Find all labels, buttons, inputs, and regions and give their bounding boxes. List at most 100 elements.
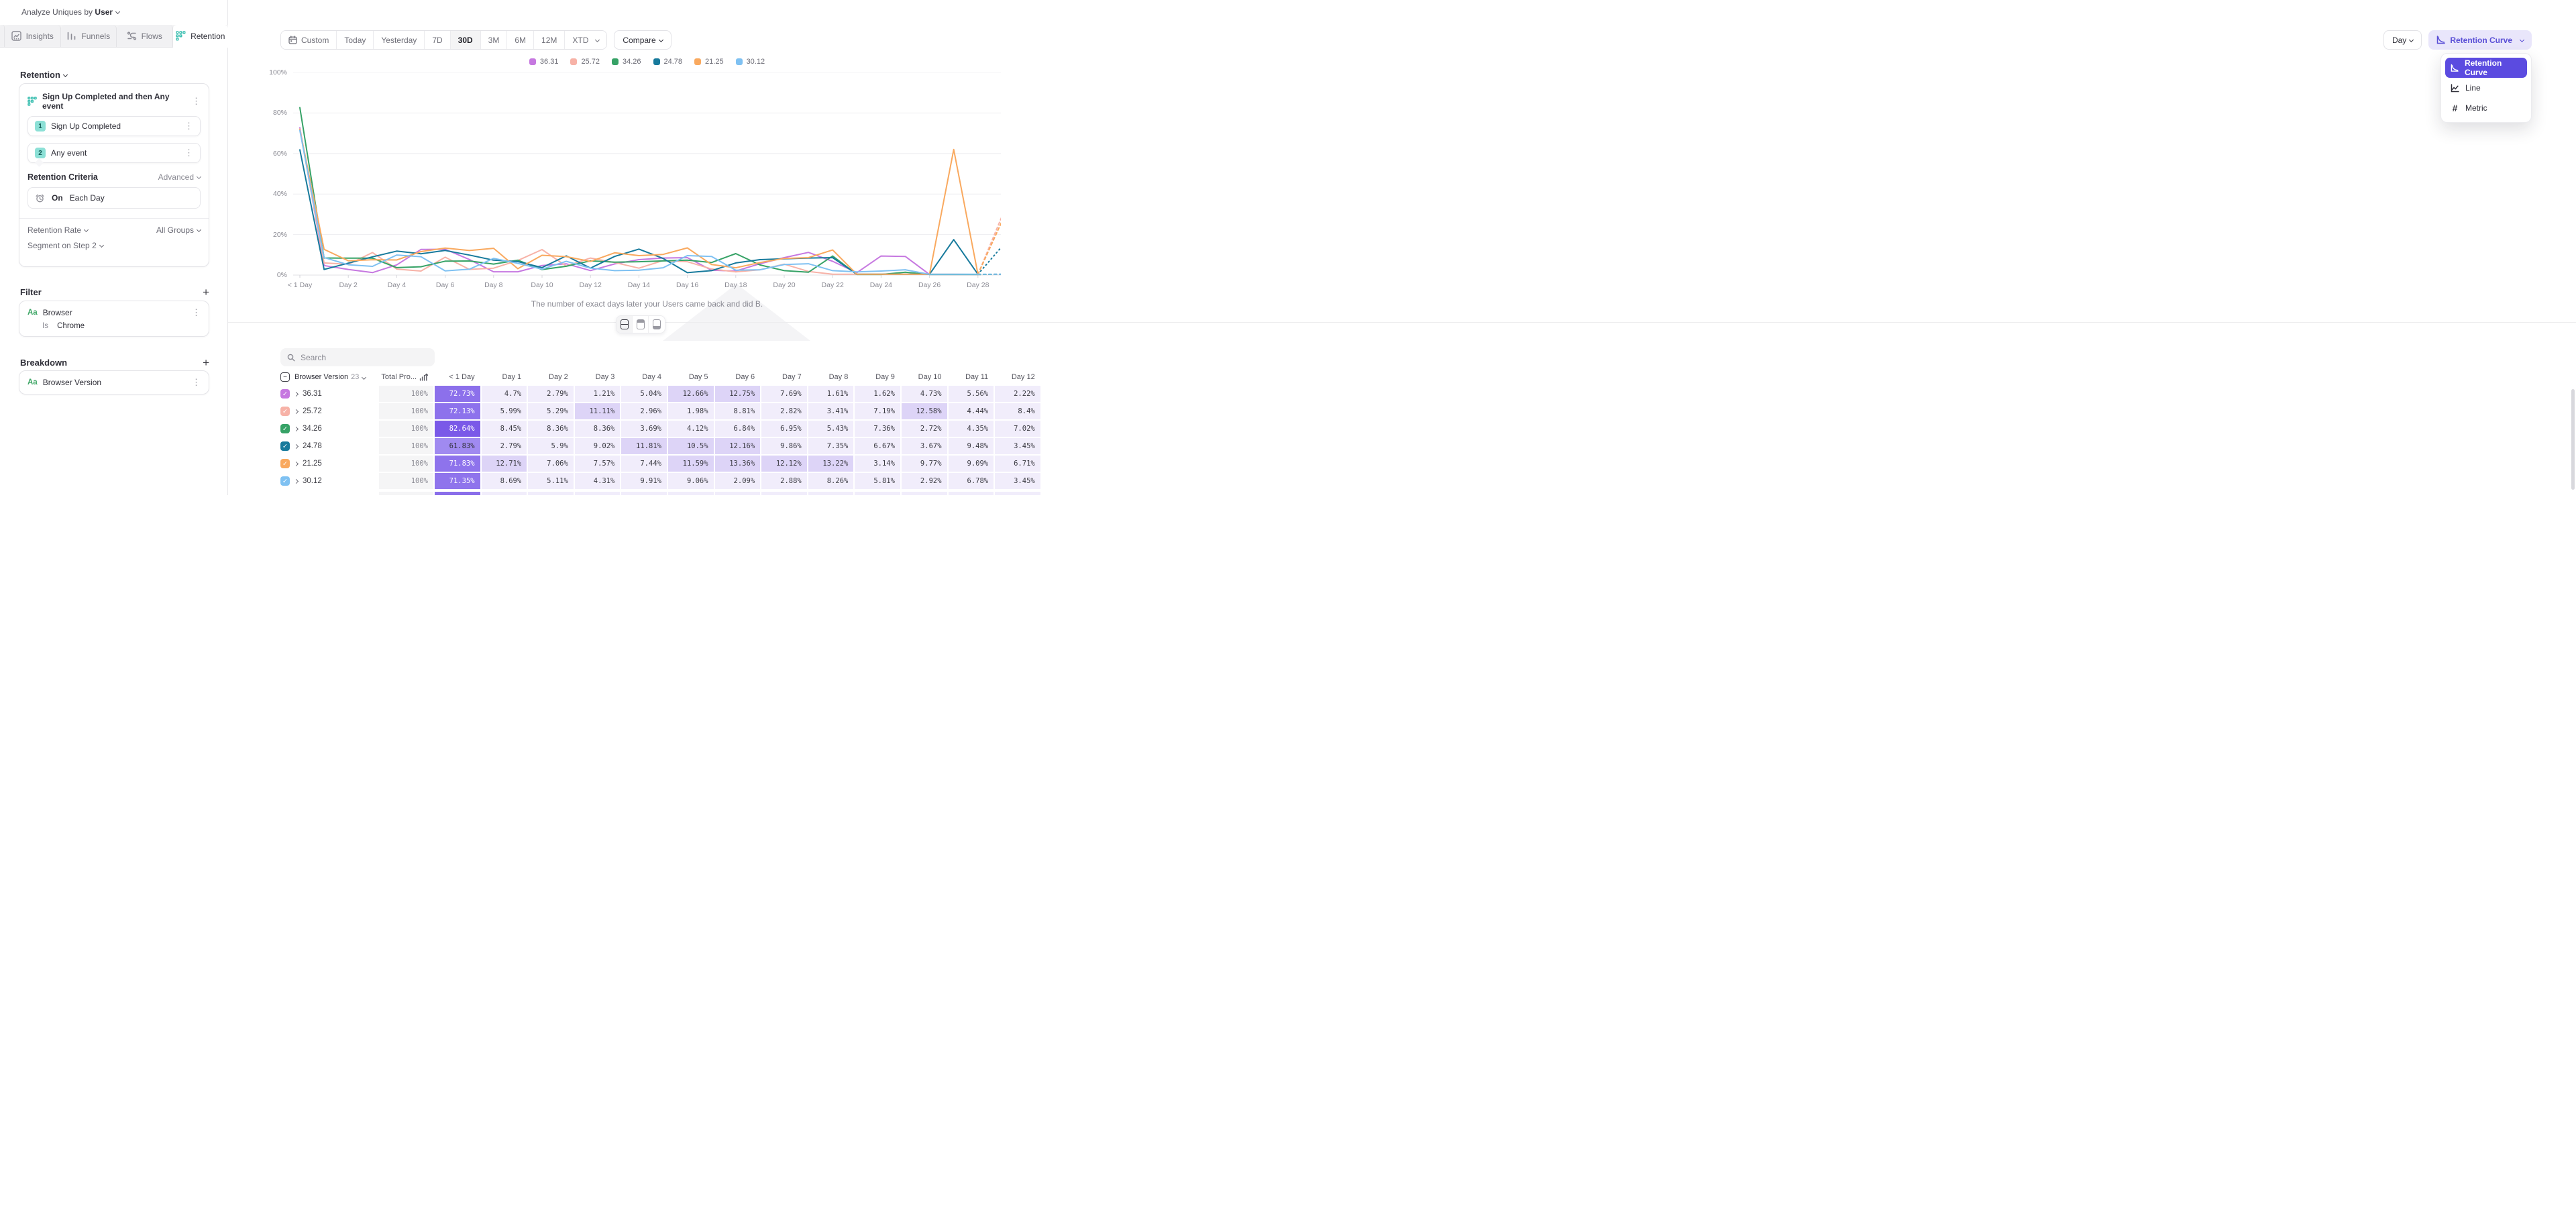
value-cell[interactable]: 6.67% <box>855 438 900 454</box>
value-cell[interactable]: 8.26% <box>808 473 854 489</box>
expand-row-icon[interactable] <box>294 426 299 431</box>
breakdown-kebab-icon[interactable]: ⋮ <box>192 377 201 388</box>
row-checkbox[interactable]: ✓ <box>280 424 290 433</box>
search-input[interactable] <box>301 353 421 362</box>
value-cell[interactable]: 2.92% <box>902 473 947 489</box>
value-cell[interactable]: 3.69% <box>621 421 667 437</box>
legend-item-24.78[interactable]: 24.78 <box>653 58 683 66</box>
step-1-kebab-icon[interactable]: ⋮ <box>184 121 193 131</box>
step-2[interactable]: 2 Any event ⋮ <box>28 143 201 163</box>
value-cell[interactable]: 6.71% <box>995 456 1040 472</box>
retention-rate-dropdown[interactable]: Retention Rate <box>28 225 88 235</box>
expand-row-icon[interactable] <box>294 461 299 466</box>
row-checkbox[interactable]: ✓ <box>280 476 290 486</box>
day-header-cell[interactable]: Day 9 <box>855 370 900 384</box>
value-cell[interactable]: 9.91% <box>621 473 667 489</box>
step-1[interactable]: 1 Sign Up Completed ⋮ <box>28 116 201 136</box>
filter-value[interactable]: Chrome <box>57 322 85 330</box>
value-cell[interactable]: 2.82% <box>761 403 807 419</box>
value-cell[interactable]: 3.45% <box>995 438 1040 454</box>
breakdown-card[interactable]: Aa Browser Version ⋮ <box>19 370 209 394</box>
chart-type-dropdown[interactable]: Retention Curve <box>2428 30 2532 50</box>
legend-item-30.12[interactable]: 30.12 <box>736 58 765 66</box>
menu-item-retention-curve[interactable]: Retention Curve <box>2445 58 2527 78</box>
value-cell[interactable]: 7.35% <box>808 438 854 454</box>
value-cell[interactable]: 3.14% <box>855 456 900 472</box>
tab-insights[interactable]: Insights <box>5 25 61 47</box>
day-header-cell[interactable]: Day 5 <box>668 370 714 384</box>
value-cell[interactable]: 5.9% <box>528 438 574 454</box>
value-cell[interactable]: 4.7% <box>482 386 527 402</box>
value-cell[interactable]: 7.57% <box>575 456 621 472</box>
value-cell[interactable]: 5.29% <box>528 403 574 419</box>
range-today[interactable]: Today <box>337 31 374 49</box>
all-groups-dropdown[interactable]: All Groups <box>156 225 201 235</box>
day-header-cell[interactable]: Day 3 <box>575 370 621 384</box>
first-day-cell[interactable]: 61.83% <box>435 438 480 454</box>
sort-icon[interactable] <box>419 373 428 381</box>
value-cell[interactable]: 12.71% <box>482 456 527 472</box>
value-cell[interactable]: 12.75% <box>715 386 761 402</box>
legend-item-36.31[interactable]: 36.31 <box>529 58 559 66</box>
criteria-on-each-day[interactable]: On Each Day <box>28 187 201 209</box>
day-header-cell[interactable]: Day 11 <box>949 370 994 384</box>
value-cell[interactable]: 5.04% <box>621 386 667 402</box>
range-custom[interactable]: Custom <box>281 31 337 49</box>
value-cell[interactable]: 2.22% <box>995 386 1040 402</box>
layout-chart-button[interactable] <box>633 316 649 333</box>
day-header-cell[interactable]: < 1 Day <box>435 370 480 384</box>
legend-item-34.26[interactable]: 34.26 <box>612 58 641 66</box>
first-day-cell[interactable]: 71.35% <box>435 473 480 489</box>
tab-funnels[interactable]: Funnels <box>61 25 117 47</box>
step-2-kebab-icon[interactable]: ⋮ <box>184 148 193 158</box>
value-cell[interactable]: 6.95% <box>761 421 807 437</box>
value-cell[interactable]: 8.36% <box>575 421 621 437</box>
value-cell[interactable]: 11.81% <box>621 438 667 454</box>
value-cell[interactable]: 3.67% <box>902 438 947 454</box>
day-header-cell[interactable]: Day 1 <box>482 370 527 384</box>
total-header-cell[interactable]: Total Pro... <box>379 370 433 384</box>
analyze-value[interactable]: User <box>95 7 113 17</box>
filter-card[interactable]: Aa Browser ⋮ Is Chrome <box>19 301 209 337</box>
value-cell[interactable]: 11.59% <box>668 456 714 472</box>
value-cell[interactable]: 8.4% <box>995 403 1040 419</box>
value-cell[interactable]: 12.12% <box>761 456 807 472</box>
range-yesterday[interactable]: Yesterday <box>374 31 425 49</box>
segment-on-step-dropdown[interactable]: Segment on Step 2 <box>28 241 103 250</box>
range-3m[interactable]: 3M <box>481 31 508 49</box>
value-cell[interactable]: 6.78% <box>949 473 994 489</box>
day-header-cell[interactable]: Day 12 <box>995 370 1040 384</box>
layout-table-button[interactable] <box>649 316 665 333</box>
day-header-cell[interactable]: Day 7 <box>761 370 807 384</box>
expand-row-icon[interactable] <box>294 391 299 396</box>
value-cell[interactable]: 2.79% <box>482 438 527 454</box>
value-cell[interactable]: 6.84% <box>715 421 761 437</box>
value-cell[interactable]: 7.44% <box>621 456 667 472</box>
value-cell[interactable]: 7.02% <box>995 421 1040 437</box>
first-day-cell[interactable]: 72.73% <box>435 386 480 402</box>
value-cell[interactable]: 13.22% <box>808 456 854 472</box>
value-cell[interactable]: 4.31% <box>575 473 621 489</box>
row-checkbox[interactable]: ✓ <box>280 407 290 416</box>
first-day-cell[interactable]: 72.13% <box>435 403 480 419</box>
range-12m[interactable]: 12M <box>534 31 565 49</box>
value-cell[interactable]: 9.06% <box>668 473 714 489</box>
expand-row-icon[interactable] <box>294 409 299 413</box>
value-cell[interactable]: 7.06% <box>528 456 574 472</box>
value-cell[interactable]: 8.81% <box>715 403 761 419</box>
value-cell[interactable]: 1.98% <box>668 403 714 419</box>
value-cell[interactable]: 1.21% <box>575 386 621 402</box>
expand-row-icon[interactable] <box>294 478 299 483</box>
value-cell[interactable]: 5.11% <box>528 473 574 489</box>
range-7d[interactable]: 7D <box>425 31 450 49</box>
query-kebab-icon[interactable]: ⋮ <box>192 96 201 107</box>
value-cell[interactable]: 4.35% <box>949 421 994 437</box>
day-header-cell[interactable]: Day 6 <box>715 370 761 384</box>
tab-flows[interactable]: Flows <box>117 25 173 47</box>
day-header-cell[interactable]: Day 10 <box>902 370 947 384</box>
value-cell[interactable]: 10.5% <box>668 438 714 454</box>
value-cell[interactable]: 9.77% <box>902 456 947 472</box>
value-cell[interactable]: 12.66% <box>668 386 714 402</box>
value-cell[interactable]: 2.09% <box>715 473 761 489</box>
value-cell[interactable]: 7.19% <box>855 403 900 419</box>
